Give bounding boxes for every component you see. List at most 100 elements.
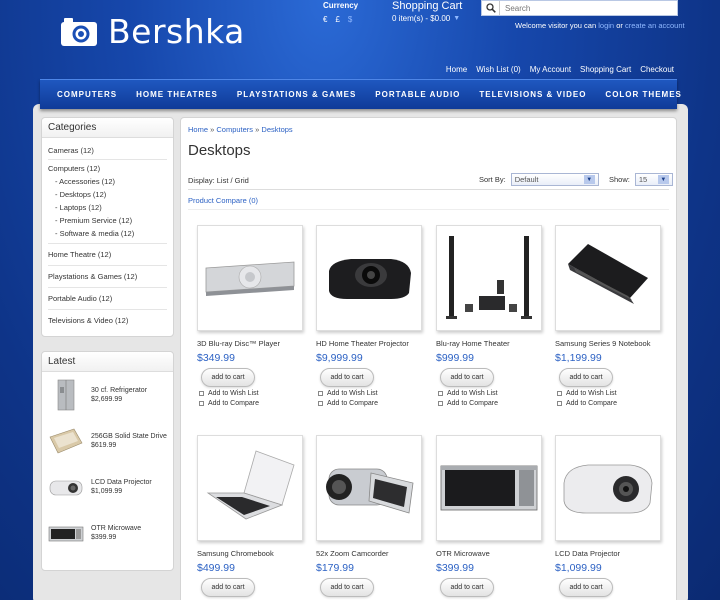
search-icon[interactable] <box>482 1 500 15</box>
add-to-cart-button[interactable]: add to cart <box>201 368 255 387</box>
show-select[interactable]: 15 ▼ <box>634 173 673 186</box>
nav-televisions-video[interactable]: TELEVISIONS & VIDEO <box>479 90 586 99</box>
add-to-cart-button[interactable]: add to cart <box>320 368 374 387</box>
category-home-theatre[interactable]: Home Theatre (12) <box>48 244 167 266</box>
checkout-link[interactable]: Checkout <box>640 65 674 74</box>
sort-value: Default <box>514 175 539 184</box>
nav-home-theatres[interactable]: HOME THEATRES <box>136 90 218 99</box>
add-to-wish-list-link[interactable]: Add to Wish List <box>199 390 307 397</box>
checkbox-icon <box>318 401 323 406</box>
product-card: Samsung Chromebook $499.99 add to cart <box>197 435 307 597</box>
add-to-cart-button[interactable]: add to cart <box>440 578 494 597</box>
category-computers[interactable]: Computers (12) <box>48 160 167 175</box>
category-portable-audio[interactable]: Portable Audio (12) <box>48 288 167 310</box>
add-to-compare-link[interactable]: Add to Compare <box>199 400 307 407</box>
nav-portable-audio[interactable]: PORTABLE AUDIO <box>375 90 460 99</box>
add-to-wish-list-link[interactable]: Add to Wish List <box>557 390 665 397</box>
checkbox-icon <box>557 401 562 406</box>
product-name[interactable]: LCD Data Projector <box>555 549 665 558</box>
subcategory-accessories[interactable]: - Accessories (12) <box>48 175 167 188</box>
camcorder-icon <box>326 468 414 514</box>
category-televisions-video[interactable]: Televisions & Video (12) <box>48 310 167 331</box>
breadcrumb-separator: » <box>210 125 215 134</box>
compare-label: Add to Compare <box>208 400 259 407</box>
product-name[interactable]: 52x Zoom Camcorder <box>316 549 426 558</box>
currency-dollar[interactable]: $ <box>348 15 352 24</box>
add-to-cart-button[interactable]: add to cart <box>440 368 494 387</box>
product-compare-link[interactable]: Product Compare (0) <box>188 196 258 205</box>
add-to-wish-list-link[interactable]: Add to Wish List <box>318 390 426 397</box>
product-name[interactable]: OTR Microwave <box>436 549 546 558</box>
add-to-cart-button[interactable]: add to cart <box>201 578 255 597</box>
subcategory-software-media[interactable]: - Software & media (12) <box>48 227 167 240</box>
logo[interactable]: Bershka <box>60 12 245 51</box>
currency-pound[interactable]: £ <box>335 15 339 24</box>
product-card: LCD Data Projector $1,099.99 add to cart <box>555 435 665 597</box>
sort-select[interactable]: Default ▼ <box>510 173 599 186</box>
nav-color-themes[interactable]: COLOR THEMES <box>605 90 681 99</box>
nav-playstations-games[interactable]: PLAYSTATIONS & GAMES <box>237 90 356 99</box>
product-image[interactable] <box>555 225 661 331</box>
add-to-cart-button[interactable]: add to cart <box>559 578 613 597</box>
product-name[interactable]: Blu-ray Home Theater <box>436 339 546 348</box>
latest-item[interactable]: 30 cf. Refrigerator $2,699.99 <box>42 372 173 418</box>
breadcrumb-home[interactable]: Home <box>188 125 208 134</box>
divider <box>188 189 669 190</box>
microwave-icon <box>48 526 84 542</box>
add-to-cart-button[interactable]: add to cart <box>320 578 374 597</box>
product-card: 52x Zoom Camcorder $179.99 add to cart <box>316 435 426 597</box>
shopping-cart-link[interactable]: Shopping Cart <box>580 65 631 74</box>
cart-label: Shopping Cart <box>392 0 463 12</box>
show-control: Show: 15 ▼ <box>609 173 673 186</box>
category-cameras[interactable]: Cameras (12) <box>48 142 167 160</box>
welcome-text: Welcome visitor you can <box>515 21 597 30</box>
bluray-player-icon <box>205 261 295 296</box>
home-link[interactable]: Home <box>446 65 467 74</box>
add-to-wish-list-link[interactable]: Add to Wish List <box>438 390 546 397</box>
my-account-link[interactable]: My Account <box>530 65 571 74</box>
product-price: $499.99 <box>197 562 235 574</box>
display-toggle[interactable]: Display: List / Grid <box>188 176 249 185</box>
latest-price: $619.99 <box>91 442 117 449</box>
add-to-cart-button[interactable]: add to cart <box>559 368 613 387</box>
product-name[interactable]: Samsung Chromebook <box>197 549 307 558</box>
latest-item[interactable]: LCD Data Projector $1,099.99 <box>42 464 173 510</box>
add-to-compare-link[interactable]: Add to Compare <box>557 400 665 407</box>
latest-price: $1,099.99 <box>91 488 123 495</box>
latest-item[interactable]: OTR Microwave $399.99 <box>42 510 173 556</box>
product-price: $399.99 <box>436 562 474 574</box>
currency-euro[interactable]: € <box>323 15 327 24</box>
breadcrumb-desktops[interactable]: Desktops <box>261 125 292 134</box>
product-image[interactable] <box>436 435 542 541</box>
subcategory-laptops[interactable]: - Laptops (12) <box>48 201 167 214</box>
wish-list-link[interactable]: Wish List (0) <box>476 65 520 74</box>
cart-summary[interactable]: Shopping Cart 0 item(s) - $0.00 ▼ <box>392 0 462 23</box>
product-name[interactable]: 3D Blu-ray Disc™ Player <box>197 339 307 348</box>
create-account-link[interactable]: create an account <box>625 21 685 30</box>
product-name[interactable]: Samsung Series 9 Notebook <box>555 339 665 348</box>
product-image[interactable] <box>436 225 542 331</box>
checkbox-icon <box>438 401 443 406</box>
login-link[interactable]: login <box>598 21 614 30</box>
add-to-compare-link[interactable]: Add to Compare <box>318 400 426 407</box>
subcategory-desktops[interactable]: - Desktops (12) <box>48 188 167 201</box>
product-image[interactable] <box>316 225 422 331</box>
latest-item[interactable]: 256GB Solid State Drive $619.99 <box>42 418 173 464</box>
product-image[interactable] <box>197 435 303 541</box>
add-to-compare-link[interactable]: Add to Compare <box>438 400 546 407</box>
chevron-down-icon: ▼ <box>583 175 595 184</box>
product-name[interactable]: HD Home Theater Projector <box>316 339 426 348</box>
wish-label: Add to Wish List <box>208 390 259 397</box>
ssd-icon <box>49 428 83 454</box>
category-playstations-games[interactable]: Playstations & Games (12) <box>48 266 167 288</box>
nav-computers[interactable]: COMPUTERS <box>57 90 117 99</box>
product-image[interactable] <box>316 435 422 541</box>
breadcrumb-computers[interactable]: Computers <box>216 125 253 134</box>
product-image[interactable] <box>197 225 303 331</box>
search-input[interactable] <box>500 3 670 13</box>
categories-title: Categories <box>42 118 173 138</box>
compare-label: Add to Compare <box>447 400 498 407</box>
latest-name: 256GB Solid State Drive <box>91 432 167 440</box>
product-image[interactable] <box>555 435 661 541</box>
subcategory-premium-service[interactable]: - Premium Service (12) <box>48 214 167 227</box>
